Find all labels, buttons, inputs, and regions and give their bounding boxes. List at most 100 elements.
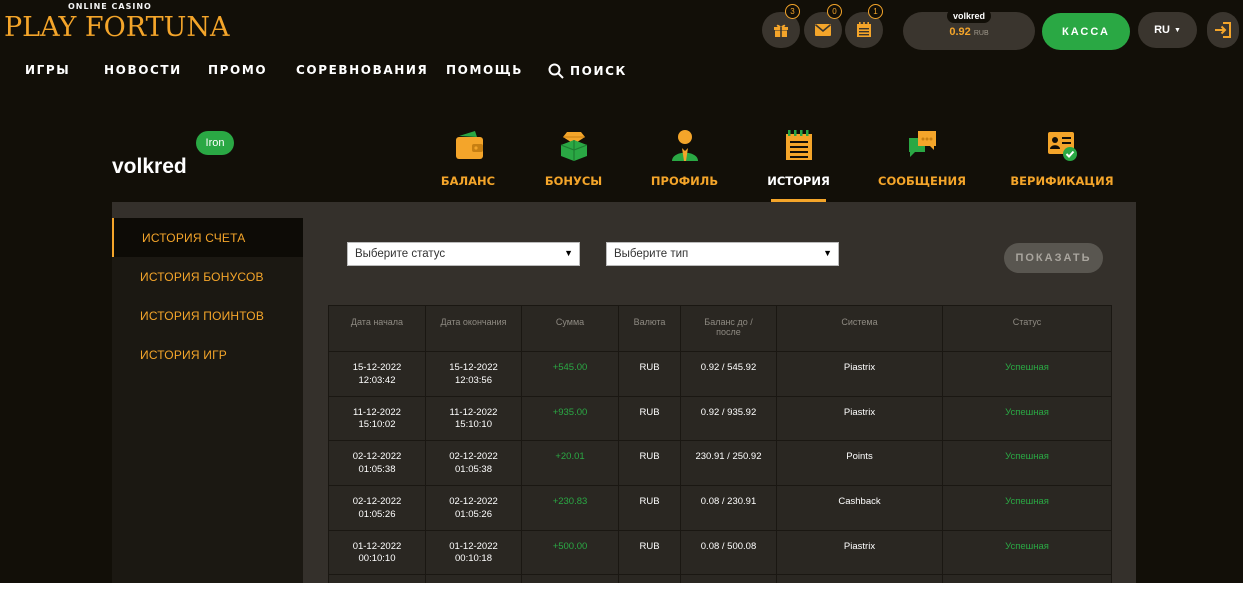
empty-cell <box>328 574 426 583</box>
logout-button[interactable] <box>1207 12 1239 48</box>
cell-balance: 0.08 / 500.08 <box>680 529 777 575</box>
show-button[interactable]: ПОКАЗАТЬ <box>1004 243 1103 273</box>
tab-balance[interactable]: БАЛАНС <box>441 126 495 202</box>
gift-button[interactable]: 3 <box>762 4 800 48</box>
mail-count-badge: 0 <box>827 4 842 19</box>
mail-icon <box>815 24 831 36</box>
nav-promo[interactable]: ПРОМО <box>208 63 267 77</box>
tab-profile[interactable]: ПРОФИЛЬ <box>651 126 718 202</box>
nav-search-label: ПОИСК <box>570 64 627 78</box>
col-amount: Сумма <box>521 305 619 352</box>
time-text: 15:10:02 <box>358 419 396 431</box>
table-row: 02-12-2022 01:05:26 02-12-2022 01:05:26 +230… <box>328 485 1112 531</box>
gift-diamond-icon <box>560 132 587 161</box>
col-end-date: Дата окончания <box>425 305 522 352</box>
sidenav-bonus-history[interactable]: ИСТОРИЯ БОНУСОВ <box>112 257 303 296</box>
dropdown-arrow-icon: ▼ <box>564 248 573 258</box>
header-username: volkred <box>946 9 991 23</box>
tab-verification[interactable]: ВЕРИФИКАЦИЯ <box>1010 126 1114 202</box>
sidenav-account-history[interactable]: ИСТОРИЯ СЧЕТА <box>112 218 303 257</box>
cell-status: Успешная <box>942 440 1112 486</box>
date-text: 02-12-2022 <box>352 496 402 508</box>
cell-end-date: 15-12-2022 12:03:56 <box>425 351 522 397</box>
nav-help[interactable]: ПОМОЩЬ <box>446 63 523 77</box>
tab-bonuses[interactable]: БОНУСЫ <box>545 126 602 202</box>
gift-icon <box>774 24 788 37</box>
cell-currency: RUB <box>618 395 681 441</box>
search-icon <box>548 63 564 79</box>
nav-games[interactable]: ИГРЫ <box>25 63 70 77</box>
status-select[interactable]: Выберите статус ▼ <box>347 242 580 266</box>
tab-verification-label: ВЕРИФИКАЦИЯ <box>1010 174 1114 188</box>
date-text: 02-12-2022 <box>352 451 402 463</box>
col-status: Статус <box>942 305 1112 352</box>
time-text: 01:05:26 <box>358 508 396 520</box>
cell-system: Piastrix <box>776 395 943 441</box>
table-row <box>328 574 1112 583</box>
empty-cell <box>425 574 522 583</box>
date-text: 02-12-2022 <box>449 496 498 508</box>
cell-end-date: 02-12-2022 01:05:26 <box>425 485 522 531</box>
col-system: Система <box>776 305 943 352</box>
caret-down-icon: ▼ <box>1173 26 1181 34</box>
type-select[interactable]: Выберите тип ▼ <box>606 242 839 266</box>
calendar-count-badge: 1 <box>868 4 883 19</box>
cell-end-date: 02-12-2022 01:05:38 <box>425 440 522 486</box>
cell-start-date: 01-12-2022 00:10:10 <box>328 529 426 575</box>
messages-button[interactable]: 0 <box>804 4 842 48</box>
sidenav-games-history[interactable]: ИСТОРИЯ ИГР <box>112 335 303 374</box>
time-text: 12:03:42 <box>358 374 396 386</box>
calendar-icon <box>857 22 871 37</box>
kassa-button[interactable]: КАССА <box>1042 13 1130 50</box>
time-text: 00:10:10 <box>358 553 396 565</box>
cell-amount: +500.00 <box>521 529 619 575</box>
page: ONLINE CASINO PLAY FORTUNA 3 0 1 volkred… <box>0 0 1243 583</box>
table-row: 01-12-2022 00:10:10 01-12-2022 00:10:18 +500… <box>328 529 1112 575</box>
col-balance: Баланс до / после <box>680 305 777 352</box>
language-selector[interactable]: RU ▼ <box>1138 12 1197 48</box>
logo-title: PLAY FORTUNA <box>4 12 230 43</box>
tab-profile-label: ПРОФИЛЬ <box>650 174 719 188</box>
cell-status: Успешная <box>942 485 1112 531</box>
date-text: 01-12-2022 <box>352 540 402 552</box>
chat-icon <box>909 131 936 157</box>
sidenav-points-history[interactable]: ИСТОРИЯ ПОИНТОВ <box>112 296 303 335</box>
cell-start-date: 11-12-2022 15:10:02 <box>328 395 426 441</box>
tab-messages[interactable]: СООБЩЕНИЯ <box>878 126 966 202</box>
date-text: 02-12-2022 <box>449 451 498 463</box>
id-card-check-icon <box>1048 132 1077 161</box>
history-sidenav: ИСТОРИЯ СЧЕТА ИСТОРИЯ БОНУСОВ ИСТОРИЯ ПО… <box>112 218 303 583</box>
cell-system: Piastrix <box>776 351 943 397</box>
table-row: 15-12-2022 12:03:42 15-12-2022 12:03:56 +545… <box>328 351 1112 397</box>
user-balance-widget[interactable]: volkred 0.92 RUB <box>903 9 1035 50</box>
calendar-button[interactable]: 1 <box>845 4 883 48</box>
cell-balance: 0.08 / 230.91 <box>680 485 777 531</box>
empty-cell <box>942 574 1112 583</box>
date-text: 01-12-2022 <box>449 540 498 552</box>
cell-start-date: 15-12-2022 12:03:42 <box>328 351 426 397</box>
type-select-value: Выберите тип <box>614 248 689 260</box>
time-text: 01:05:38 <box>358 463 396 475</box>
tab-history[interactable]: ИСТОРИЯ <box>767 126 830 202</box>
cell-system: Cashback <box>776 485 943 531</box>
dropdown-arrow-icon: ▼ <box>823 248 832 258</box>
cell-end-date: 11-12-2022 15:10:10 <box>425 395 522 441</box>
wallet-icon <box>456 131 483 159</box>
history-table: Дата начала Дата окончания Сумма Валюта … <box>328 305 1112 583</box>
logo[interactable]: ONLINE CASINO PLAY FORTUNA <box>4 2 230 46</box>
cell-start-date: 02-12-2022 01:05:26 <box>328 485 426 531</box>
nav-competitions[interactable]: СОРЕВНОВАНИЯ <box>296 63 428 77</box>
table-row: 11-12-2022 15:10:02 11-12-2022 15:10:10 +935… <box>328 395 1112 441</box>
nav-search[interactable]: ПОИСК <box>548 63 627 79</box>
logout-icon <box>1215 22 1231 38</box>
time-text: 12:03:56 <box>455 374 492 386</box>
empty-cell <box>618 574 681 583</box>
cell-currency: RUB <box>618 485 681 531</box>
cell-balance: 0.92 / 935.92 <box>680 395 777 441</box>
col-currency: Валюта <box>618 305 681 352</box>
time-text: 01:05:26 <box>455 508 492 520</box>
language-label: RU <box>1154 24 1170 36</box>
cell-amount: +20.01 <box>521 440 619 486</box>
nav-news[interactable]: НОВОСТИ <box>104 63 182 77</box>
cell-amount: +935.00 <box>521 395 619 441</box>
